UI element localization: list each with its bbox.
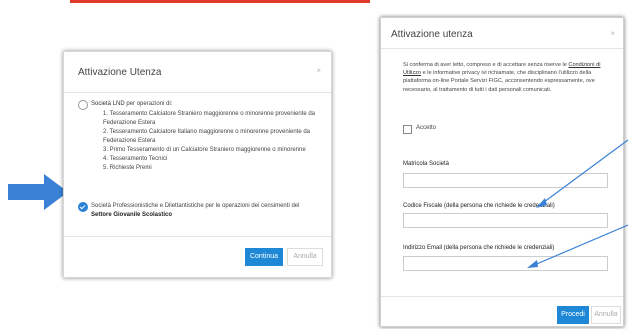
pointer-arrowhead-2 [527,260,538,268]
pointer-arrowhead-1 [536,198,547,208]
pointer-arrow-2 [531,224,628,267]
pointer-arrow-1 [539,139,628,206]
pointer-arrows [527,139,628,268]
